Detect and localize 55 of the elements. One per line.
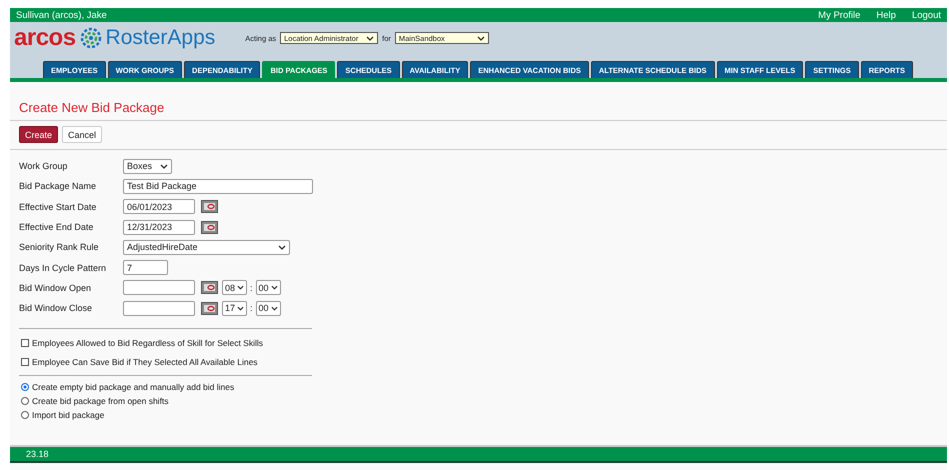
hour-select[interactable]: 08	[222, 280, 247, 296]
field-label: Effective End Date	[19, 222, 94, 232]
radio-button[interactable]	[21, 397, 29, 406]
colon: :	[250, 282, 253, 293]
dropdown-select[interactable]: AdjustedHireDate	[123, 240, 290, 255]
user-name: Sullivan (arcos), Jake	[16, 10, 107, 20]
caret-icon	[366, 36, 374, 40]
page-title: Create New Bid Package	[19, 100, 166, 115]
colon: :	[250, 303, 253, 314]
date-field[interactable]: 12/31/2023	[123, 220, 195, 235]
field-label: Work Group	[19, 161, 68, 172]
minute-select[interactable]: 00	[256, 280, 281, 296]
caret-icon	[237, 306, 244, 311]
caret-icon	[160, 164, 168, 169]
calendar-icon[interactable]	[201, 200, 218, 214]
nav-link[interactable]: Help	[876, 10, 896, 20]
hour-select[interactable]: 17	[222, 300, 247, 316]
checkbox-label: Employee Can Save Bid if They Selected All Available Lines	[32, 356, 258, 367]
radio-label: Import bid package	[32, 410, 104, 420]
field-label: Effective Start Date	[19, 202, 98, 212]
date-field[interactable]	[123, 300, 195, 316]
field-label: Bid Window Close	[19, 303, 94, 314]
calendar-icon[interactable]	[201, 220, 218, 234]
caret-icon	[270, 285, 278, 290]
gear-logo-icon	[80, 27, 102, 49]
input-field[interactable]: 7	[123, 260, 168, 276]
caret-icon	[476, 36, 485, 40]
radio-label: Create empty bid package and manually add bid lines	[32, 382, 234, 392]
logo-product: RosterApps	[106, 26, 216, 50]
field-label: Days In Cycle Pattern	[19, 262, 108, 273]
work-group-select[interactable]: Boxes	[123, 158, 172, 174]
nav-link[interactable]: Logout	[912, 10, 941, 20]
version-text: 23.18	[26, 449, 49, 459]
caret-icon	[237, 285, 244, 290]
date-field[interactable]	[123, 280, 195, 296]
field-label: Bid Package Name	[19, 181, 98, 192]
field-label: Bid Window Open	[19, 282, 92, 293]
radio-button[interactable]	[21, 383, 29, 392]
caret-icon	[278, 244, 286, 250]
minute-select[interactable]: 00	[256, 300, 281, 316]
radio-button[interactable]	[21, 411, 29, 420]
create-button[interactable]: Create	[19, 126, 58, 143]
date-field[interactable]: 06/01/2023	[123, 199, 195, 214]
nav-link[interactable]: My Profile	[818, 10, 860, 20]
radio-label: Create bid package from open shifts	[32, 396, 169, 406]
input-field[interactable]: Test Bid Package	[123, 178, 313, 194]
logo-brand: arcos	[14, 24, 76, 52]
checkbox[interactable]	[21, 358, 29, 366]
checkbox-label: Employees Allowed to Bid Regardless of Skill for Select Skills	[32, 338, 264, 348]
calendar-icon[interactable]	[201, 281, 218, 294]
checkbox[interactable]	[21, 338, 29, 347]
field-label: Seniority Rank Rule	[19, 242, 100, 252]
cancel-button[interactable]: Cancel	[62, 126, 102, 143]
caret-icon	[270, 306, 278, 311]
calendar-icon[interactable]	[201, 302, 218, 315]
